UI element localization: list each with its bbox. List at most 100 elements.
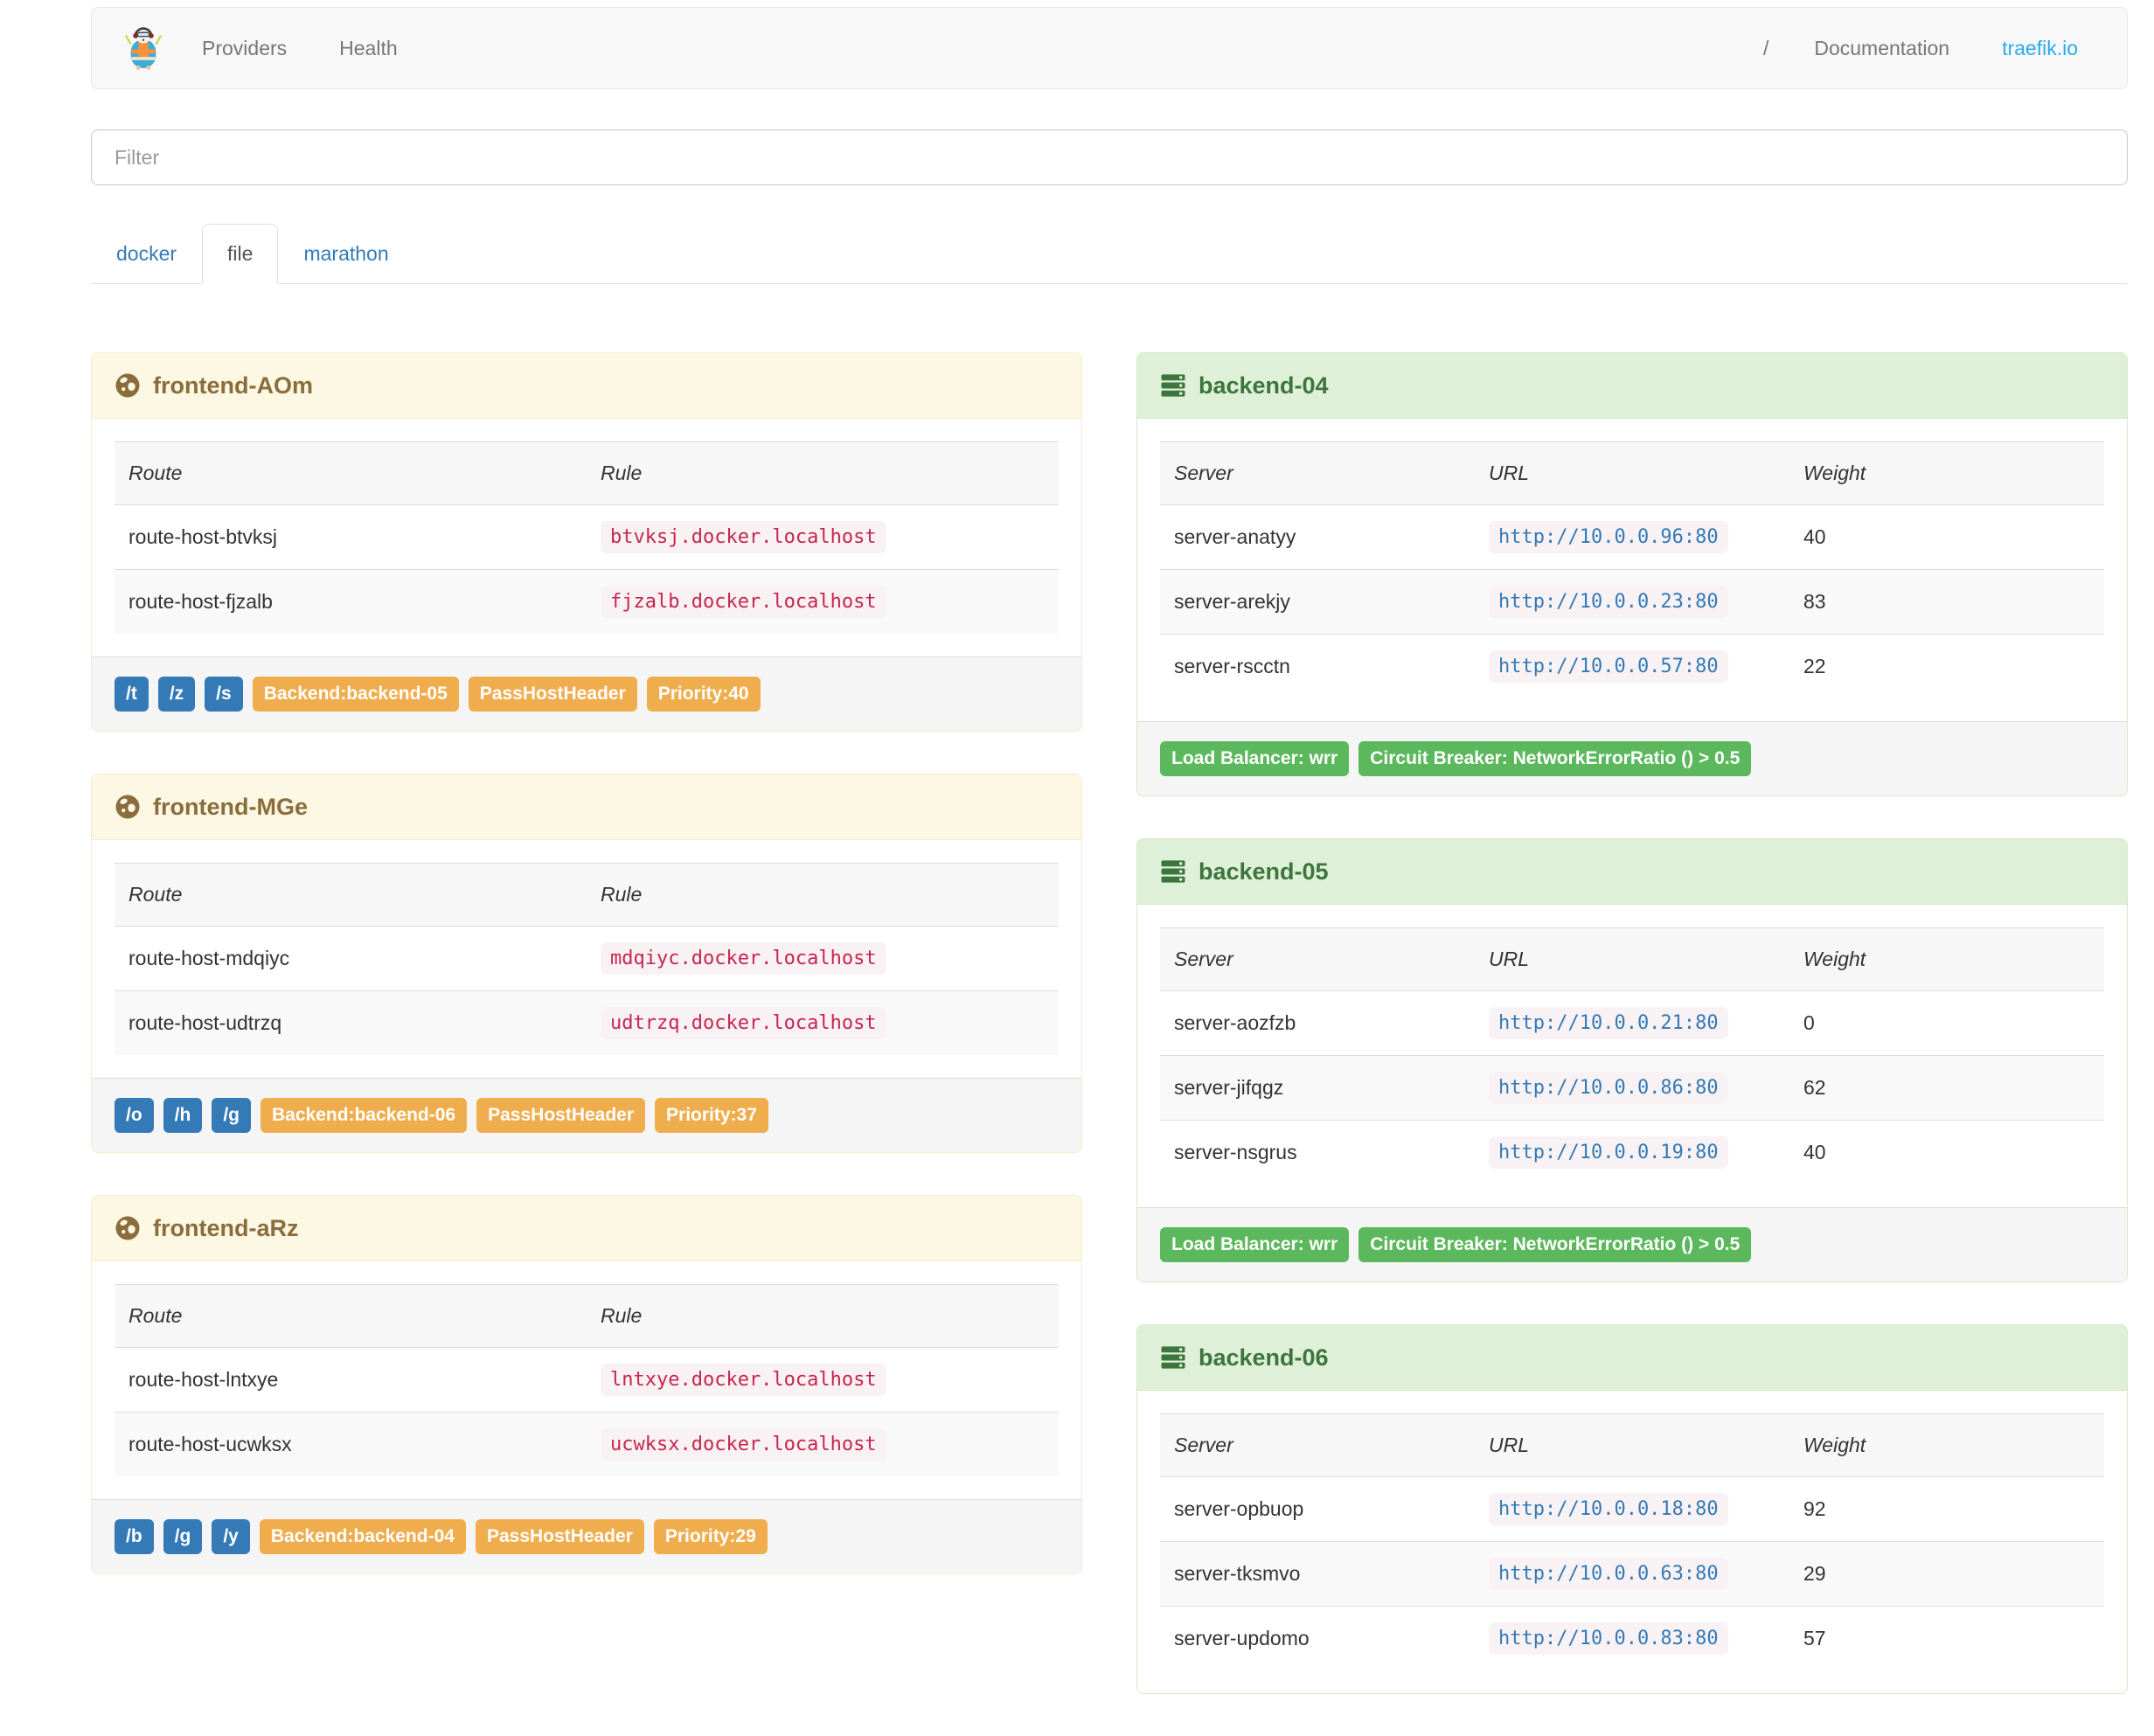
routes-table-header-row: Route Rule xyxy=(115,863,1059,927)
server-name: server-tksmvo xyxy=(1174,1562,1301,1586)
entrypoint-badge: /z xyxy=(157,677,196,712)
routes-table: Route Rule route-host-btvksj btvksj.dock… xyxy=(115,441,1059,634)
entrypoint-badge: /h xyxy=(163,1098,203,1134)
entrypoint-badge: /b xyxy=(115,1519,154,1555)
server-url-link[interactable]: http://10.0.0.96:80 xyxy=(1489,521,1728,553)
server-url-link[interactable]: http://10.0.0.19:80 xyxy=(1489,1136,1728,1170)
frontend-tag-badge: Backend:backend-06 xyxy=(261,1098,468,1134)
server-stack-icon xyxy=(1160,858,1186,885)
nav-link-health[interactable]: Health xyxy=(313,37,423,60)
rule-code: mdqiyc.docker.localhost xyxy=(601,942,886,976)
route-row: route-host-mdqiyc mdqiyc.docker.localhos… xyxy=(115,926,1059,991)
page-container: Providers Health / Documentation traefik… xyxy=(91,7,2128,1736)
server-row: server-jifqgz http://10.0.0.86:80 62 xyxy=(1160,1055,2104,1121)
server-name: server-jifqgz xyxy=(1174,1076,1284,1100)
traefik-logo-icon[interactable] xyxy=(115,25,176,71)
routes-table-header-row: Route Rule xyxy=(115,441,1059,505)
entrypoint-badge: /g xyxy=(163,1519,203,1555)
filter-bar xyxy=(91,129,2128,185)
backend-panel-body: Server URL Weight server-aozfzb http://1… xyxy=(1137,905,2127,1207)
backends-column: backend-04 Server URL Weight server-anat… xyxy=(1136,352,2128,1736)
tab-file[interactable]: file xyxy=(202,224,279,284)
routes-table: Route Rule route-host-mdqiyc mdqiyc.dock… xyxy=(115,863,1059,1056)
column-header-route: Route xyxy=(115,441,587,505)
rule-code: fjzalb.docker.localhost xyxy=(601,586,886,618)
backend-tag-badge: Load Balancer: wrr xyxy=(1160,741,1350,777)
column-header-url: URL xyxy=(1475,441,1789,505)
server-url-link[interactable]: http://10.0.0.86:80 xyxy=(1489,1072,1728,1105)
frontend-tag-badge: Priority:37 xyxy=(655,1098,768,1134)
servers-table: Server URL Weight server-aozfzb http://1… xyxy=(1160,927,2104,1185)
frontend-tag-badge: PassHostHeader xyxy=(476,1098,646,1134)
server-stack-icon xyxy=(1160,1344,1186,1371)
nav-link-documentation[interactable]: Documentation xyxy=(1788,37,1976,60)
servers-table: Server URL Weight server-opbuop http://1… xyxy=(1160,1413,2104,1671)
frontend-panel-body: Route Rule route-host-mdqiyc mdqiyc.dock… xyxy=(92,840,1081,1078)
entrypoint-badge: /g xyxy=(212,1098,252,1134)
entrypoint-badge: /y xyxy=(212,1519,250,1555)
server-name: server-anatyy xyxy=(1174,525,1296,548)
frontend-tag-badge: PassHostHeader xyxy=(468,677,637,712)
route-row: route-host-fjzalb fjzalb.docker.localhos… xyxy=(115,569,1059,634)
backend-panel-body: Server URL Weight server-opbuop http://1… xyxy=(1137,1391,2127,1693)
navbar: Providers Health / Documentation traefik… xyxy=(91,7,2128,89)
server-weight: 92 xyxy=(1803,1497,1826,1521)
server-url-link[interactable]: http://10.0.0.63:80 xyxy=(1489,1558,1728,1591)
server-row: server-rscctn http://10.0.0.57:80 22 xyxy=(1160,634,2104,698)
server-name: server-updomo xyxy=(1174,1627,1310,1650)
servers-table: Server URL Weight server-anatyy http://1… xyxy=(1160,441,2104,698)
server-weight: 40 xyxy=(1803,1141,1826,1164)
server-name: server-nsgrus xyxy=(1174,1141,1297,1164)
backend-panel-header: backend-06 xyxy=(1137,1325,2127,1392)
route-row: route-host-btvksj btvksj.docker.localhos… xyxy=(115,504,1059,570)
server-url-link[interactable]: http://10.0.0.83:80 xyxy=(1489,1622,1728,1656)
nav-link-root[interactable]: / xyxy=(1744,37,1788,60)
rule-code: btvksj.docker.localhost xyxy=(601,521,886,553)
frontend-panel-footer: /o/h/g Backend:backend-06 PassHostHeader Pr… xyxy=(92,1078,1081,1153)
frontend-panel: frontend-MGe Route Rule route-host-mdqiy… xyxy=(91,774,1082,1154)
server-weight: 83 xyxy=(1803,590,1826,613)
frontends-column: frontend-AOm Route Rule route-host-btvks… xyxy=(91,352,1082,1616)
tab-marathon[interactable]: marathon xyxy=(278,224,413,284)
globe-icon xyxy=(115,1215,141,1241)
column-header-route: Route xyxy=(115,863,587,927)
navbar-right: / Documentation traefik.io xyxy=(1744,37,2104,60)
server-weight: 62 xyxy=(1803,1076,1826,1100)
server-row: server-nsgrus http://10.0.0.19:80 40 xyxy=(1160,1120,2104,1185)
server-url-link[interactable]: http://10.0.0.57:80 xyxy=(1489,650,1728,683)
frontend-panel-body: Route Rule route-host-lntxye lntxye.dock… xyxy=(92,1261,1081,1499)
column-header-server: Server xyxy=(1160,441,1475,505)
route-name: route-host-fjzalb xyxy=(129,590,273,613)
column-header-weight: Weight xyxy=(1789,927,2104,992)
tab-docker[interactable]: docker xyxy=(91,224,202,284)
backend-tag-badge: Load Balancer: wrr xyxy=(1160,1227,1350,1263)
server-row: server-aozfzb http://10.0.0.21:80 0 xyxy=(1160,990,2104,1056)
backend-panel: backend-04 Server URL Weight server-anat… xyxy=(1136,352,2128,797)
nav-link-providers[interactable]: Providers xyxy=(176,37,313,60)
backend-panel-body: Server URL Weight server-anatyy http://1… xyxy=(1137,419,2127,721)
server-url-link[interactable]: http://10.0.0.18:80 xyxy=(1489,1493,1728,1526)
backend-panel-header: backend-04 xyxy=(1137,353,2127,419)
server-url-link[interactable]: http://10.0.0.23:80 xyxy=(1489,586,1728,618)
backend-panel-footer: Load Balancer: wrr Circuit Breaker: Netwo… xyxy=(1137,721,2127,796)
column-header-rule: Rule xyxy=(587,863,1059,927)
backend-panel-footer: Load Balancer: wrr Circuit Breaker: Netwo… xyxy=(1137,1207,2127,1282)
globe-icon xyxy=(115,794,141,820)
globe-icon xyxy=(115,372,141,399)
server-url-link[interactable]: http://10.0.0.21:80 xyxy=(1489,1007,1728,1040)
backend-tag-badge: Circuit Breaker: NetworkErrorRatio () > … xyxy=(1358,1227,1752,1263)
nav-link-traefik-io[interactable]: traefik.io xyxy=(1976,37,2104,60)
servers-table-header-row: Server URL Weight xyxy=(1160,441,2104,505)
column-header-server: Server xyxy=(1160,927,1475,992)
column-header-weight: Weight xyxy=(1789,441,2104,505)
server-row: server-anatyy http://10.0.0.96:80 40 xyxy=(1160,504,2104,570)
filter-input[interactable] xyxy=(91,129,2128,185)
navbar-left: Providers Health xyxy=(115,25,424,71)
route-name: route-host-ucwksx xyxy=(129,1433,292,1456)
route-row: route-host-ucwksx ucwksx.docker.localhos… xyxy=(115,1412,1059,1477)
route-name: route-host-btvksj xyxy=(129,525,278,548)
server-stack-icon xyxy=(1160,372,1186,399)
server-name: server-rscctn xyxy=(1174,655,1290,677)
route-row: route-host-lntxye lntxye.docker.localhos… xyxy=(115,1347,1059,1413)
backend-panel-header: backend-05 xyxy=(1137,839,2127,906)
